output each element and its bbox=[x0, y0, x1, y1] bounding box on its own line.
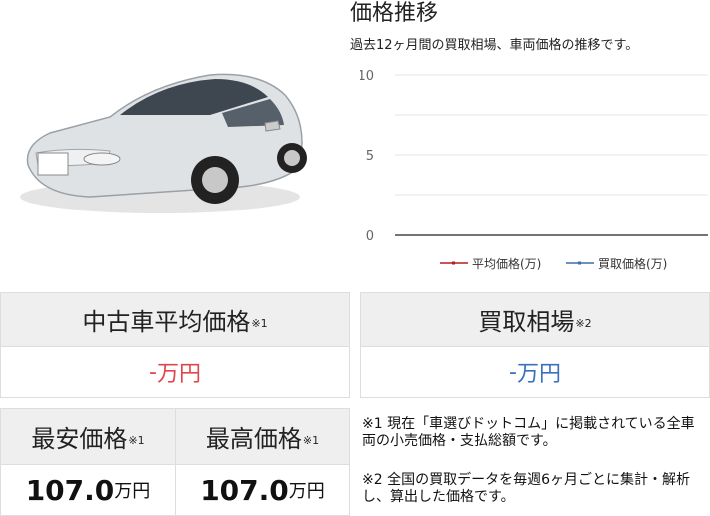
max-price-panel: 最高価格 ※1 107.0 万円 bbox=[175, 408, 350, 516]
buy-price-header: 買取相場 ※2 bbox=[361, 293, 709, 347]
max-price-value: 107.0 万円 bbox=[176, 465, 349, 515]
price-trend-chart: 10 5 0 平均価格(万) 買取価格(万) bbox=[360, 69, 708, 271]
min-price-note: ※1 bbox=[128, 434, 145, 447]
max-price-number: 107.0 bbox=[200, 473, 289, 507]
max-price-header: 最高価格 ※1 bbox=[176, 409, 349, 465]
legend-label: 買取価格(万) bbox=[598, 256, 667, 271]
avg-price-header: 中古車平均価格 ※1 bbox=[1, 293, 349, 347]
y-tick-label: 10 bbox=[360, 69, 374, 84]
y-tick-label: 5 bbox=[366, 149, 374, 164]
buy-price-note: ※2 bbox=[575, 317, 592, 330]
min-price-panel: 最安価格 ※1 107.0 万円 bbox=[0, 408, 176, 516]
chart-title: 価格推移 bbox=[350, 1, 439, 26]
footnote-1: ※1 現在「車選びドットコム」に掲載されている全車両の小売価格・支払総額です。 bbox=[362, 416, 695, 449]
max-price-unit: 万円 bbox=[288, 481, 325, 502]
chart-subtitle: 過去12ヶ月間の買取相場、車両価格の推移です。 bbox=[350, 38, 639, 53]
min-price-label: 最安価格 bbox=[31, 425, 128, 453]
buy-price-unit: 万円 bbox=[516, 362, 561, 387]
buy-price-value: - 万円 bbox=[361, 347, 709, 397]
legend-label: 平均価格(万) bbox=[472, 256, 541, 271]
buy-price-number: - bbox=[509, 359, 517, 385]
min-price-value: 107.0 万円 bbox=[1, 465, 175, 515]
avg-price-unit: 万円 bbox=[156, 362, 201, 387]
avg-price-panel: 中古車平均価格 ※1 - 万円 bbox=[0, 292, 350, 398]
avg-price-note: ※1 bbox=[251, 317, 268, 330]
avg-price-label: 中古車平均価格 bbox=[82, 308, 251, 336]
buy-price-panel: 買取相場 ※2 - 万円 bbox=[360, 292, 710, 398]
max-price-note: ※1 bbox=[302, 434, 320, 447]
buy-price-label: 買取相場 bbox=[478, 308, 575, 336]
min-price-header: 最安価格 ※1 bbox=[1, 409, 175, 465]
legend-marker bbox=[452, 261, 455, 265]
car-photo bbox=[20, 73, 307, 213]
max-price-label: 最高価格 bbox=[205, 425, 302, 453]
y-tick-label: 0 bbox=[366, 229, 374, 244]
legend-marker bbox=[578, 261, 581, 265]
footnote-2: ※2 全国の買取データを毎週6ヶ月ごとに集計・解析し、算出した価格です。 bbox=[362, 472, 690, 505]
min-price-unit: 万円 bbox=[114, 481, 151, 502]
avg-price-number: - bbox=[149, 359, 157, 385]
avg-price-value: - 万円 bbox=[1, 347, 349, 397]
min-price-number: 107.0 bbox=[25, 473, 115, 507]
